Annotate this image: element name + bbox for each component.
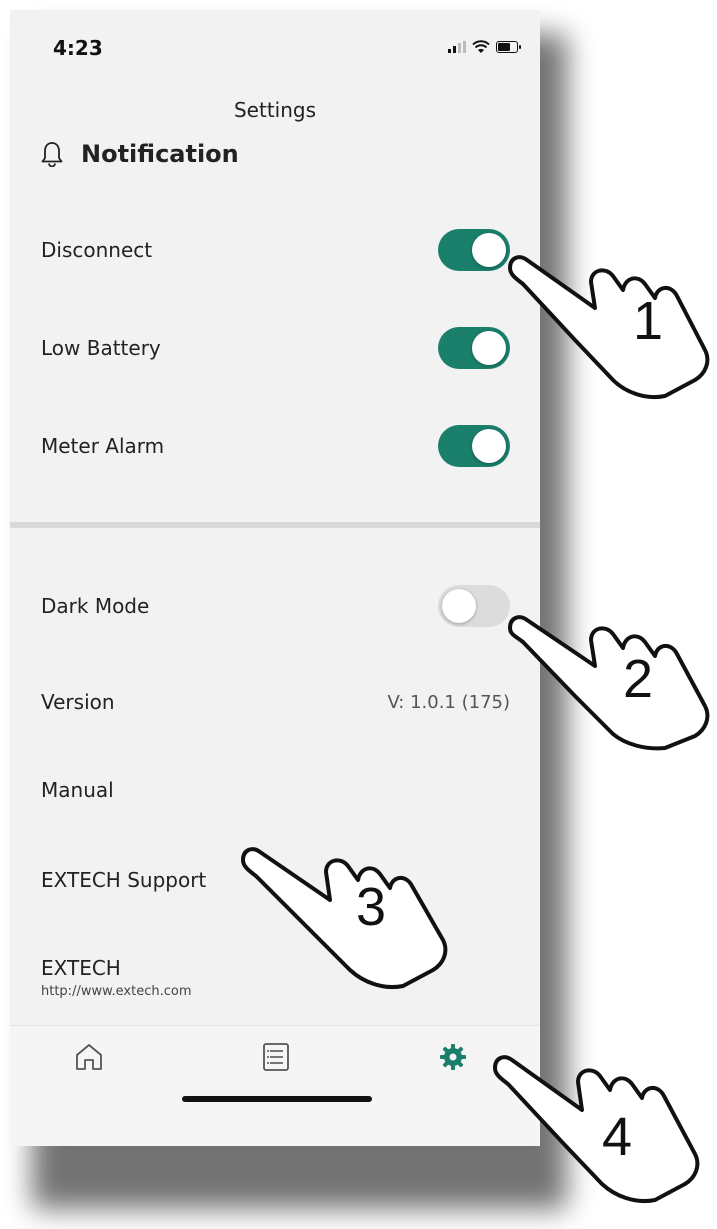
callout-number: 1 <box>633 291 664 351</box>
wifi-icon <box>472 40 490 53</box>
callout-hand-4: 4 <box>490 1050 705 1214</box>
callout-hand-3: 3 <box>238 840 458 994</box>
tab-bar <box>10 1025 540 1146</box>
callout-hand-2: 2 <box>505 610 715 754</box>
page-title: Settings <box>233 98 317 122</box>
disconnect-toggle[interactable] <box>438 229 510 271</box>
meter-alarm-toggle[interactable] <box>438 425 510 467</box>
row-manual[interactable]: Manual <box>41 768 510 812</box>
dark-mode-toggle[interactable] <box>438 585 510 627</box>
section-title: Notification <box>81 140 239 168</box>
pointing-hand-icon <box>241 847 448 989</box>
toggle-knob <box>442 589 476 623</box>
notification-section-header: Notification <box>41 140 239 168</box>
section-divider <box>10 522 540 528</box>
extech-url[interactable]: http://www.extech.com <box>41 984 192 999</box>
pointing-hand-icon <box>508 255 710 399</box>
toggle-knob <box>472 233 506 267</box>
row-label: Meter Alarm <box>41 434 165 458</box>
low-battery-toggle[interactable] <box>438 327 510 369</box>
row-label: Dark Mode <box>41 594 150 618</box>
tab-settings[interactable] <box>436 1040 470 1074</box>
tab-list[interactable] <box>259 1040 293 1074</box>
status-icons <box>448 40 521 54</box>
callout-number: 2 <box>623 649 654 709</box>
callout-number: 3 <box>356 877 387 937</box>
status-time: 4:23 <box>53 36 103 60</box>
manual-link[interactable]: Manual <box>41 778 114 802</box>
home-icon <box>76 1044 102 1070</box>
toggle-knob <box>472 331 506 365</box>
gear-icon <box>440 1044 466 1070</box>
row-disconnect: Disconnect <box>41 228 510 272</box>
signal-icon <box>448 41 466 53</box>
toggle-knob <box>472 429 506 463</box>
pointing-hand-icon <box>493 1055 700 1203</box>
callout-number: 4 <box>602 1107 633 1167</box>
battery-icon <box>496 41 521 53</box>
row-extech[interactable]: EXTECH http://www.extech.com <box>41 956 192 999</box>
version-value: V: 1.0.1 (175) <box>387 691 510 713</box>
row-label: Disconnect <box>41 238 153 262</box>
row-dark-mode: Dark Mode <box>41 584 510 628</box>
tab-home[interactable] <box>72 1040 106 1074</box>
home-indicator <box>182 1096 372 1102</box>
row-version: Version V: 1.0.1 (175) <box>41 680 510 724</box>
callout-hand-1: 1 <box>505 250 715 404</box>
row-label: Version <box>41 690 115 714</box>
row-meter-alarm: Meter Alarm <box>41 424 510 468</box>
pointing-hand-icon <box>508 615 710 751</box>
row-low-battery: Low Battery <box>41 326 510 370</box>
row-label: Low Battery <box>41 336 161 360</box>
bell-icon <box>41 142 63 167</box>
extech-support-link[interactable]: EXTECH Support <box>41 868 206 892</box>
extech-link[interactable]: EXTECH <box>41 956 192 980</box>
list-icon <box>263 1043 289 1071</box>
